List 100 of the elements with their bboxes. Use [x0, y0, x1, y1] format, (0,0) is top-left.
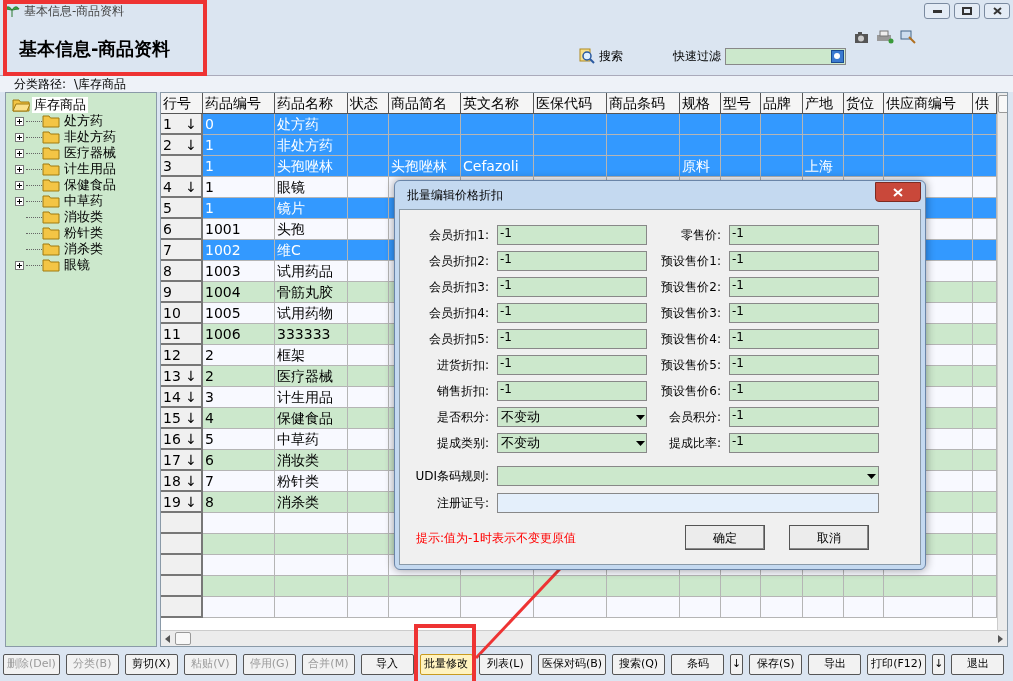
toolbar-button[interactable]: ↓ — [932, 653, 946, 675]
input-field[interactable]: -1 — [497, 251, 647, 271]
row-header[interactable]: 4 ↓ — [161, 177, 203, 198]
toolbar-button[interactable]: 退出 — [951, 653, 1005, 675]
row-number: 16 — [163, 429, 181, 449]
column-header[interactable]: 产地 — [803, 93, 844, 114]
row-number: 7 — [163, 240, 172, 260]
dropdown[interactable]: 不变动 — [497, 407, 647, 427]
row-number: 10 — [163, 303, 181, 323]
column-header[interactable]: 状态 — [348, 93, 389, 114]
row-number: 4 — [163, 177, 172, 197]
row-header[interactable]: 18 ↓ — [161, 471, 203, 492]
toolbar-button[interactable]: 列表(L) — [478, 653, 532, 675]
field-label: UDI条码规则: — [414, 468, 490, 485]
filter-label: 快速过滤 — [673, 48, 721, 65]
input-field[interactable]: -1 — [729, 251, 879, 271]
row-arrow: ↓ — [185, 177, 197, 197]
column-header[interactable]: 英文名称 — [461, 93, 534, 114]
row-header[interactable]: 12 — [161, 345, 203, 366]
toolbar-button[interactable]: 批量修改 — [419, 653, 473, 675]
input-field[interactable]: -1 — [497, 381, 647, 401]
toolbar-button[interactable]: 搜索(Q) — [612, 653, 666, 675]
column-header[interactable]: 规格 — [680, 93, 721, 114]
column-header[interactable]: 商品简名 — [389, 93, 461, 114]
row-header[interactable]: 9 — [161, 282, 203, 303]
tree-item[interactable]: 中草药 — [64, 193, 103, 209]
dialog-button[interactable]: 取消 — [789, 525, 869, 550]
path-value: \库存商品 — [74, 76, 127, 93]
tree-item[interactable]: 医疗器械 — [64, 145, 116, 161]
row-arrow: ↓ — [185, 429, 197, 449]
column-header[interactable]: 商品条码 — [607, 93, 680, 114]
row-arrow: ↓ — [185, 471, 197, 491]
search-link[interactable]: 搜索 — [599, 47, 669, 65]
row-header[interactable]: 8 — [161, 261, 203, 282]
row-number: 14 — [163, 387, 181, 407]
input-field[interactable]: -1 — [729, 329, 879, 349]
input-field[interactable]: -1 — [729, 381, 879, 401]
column-header[interactable]: 型号 — [721, 93, 761, 114]
tree-item[interactable]: 处方药 — [64, 113, 103, 129]
input-field[interactable]: -1 — [497, 355, 647, 375]
tree-item[interactable]: 消妆类 — [64, 209, 103, 225]
input-field[interactable]: -1 — [497, 277, 647, 297]
input-field[interactable]: -1 — [497, 225, 647, 245]
row-number: 11 — [163, 324, 181, 344]
input-field[interactable]: -1 — [729, 277, 879, 297]
toolbar-button[interactable]: 医保对码(B) — [537, 653, 607, 675]
row-header[interactable]: 15 ↓ — [161, 408, 203, 429]
table-row[interactable]: 2 ↓ 1 非处方药 — [161, 135, 997, 156]
column-header[interactable]: 供 — [973, 93, 997, 114]
toolbar-button[interactable]: 打印(F12) — [867, 653, 927, 675]
row-header[interactable]: 6 — [161, 219, 203, 240]
input-field[interactable]: -1 — [729, 407, 879, 427]
tree-item[interactable]: 库存商品 — [32, 97, 88, 113]
input-field[interactable]: -1 — [497, 303, 647, 323]
column-header[interactable]: 供应商编号 — [884, 93, 973, 114]
tree-item[interactable]: 保健食品 — [64, 177, 116, 193]
row-header[interactable]: 16 ↓ — [161, 429, 203, 450]
toolbar-button[interactable]: 导出 — [808, 653, 862, 675]
column-header[interactable]: 医保代码 — [534, 93, 607, 114]
row-header[interactable]: 5 — [161, 198, 203, 219]
input-field[interactable]: -1 — [729, 355, 879, 375]
column-header[interactable]: 行号 — [161, 93, 203, 114]
row-header[interactable]: 7 — [161, 240, 203, 261]
column-header[interactable]: 货位 — [844, 93, 884, 114]
field-label: 会员折扣5: — [428, 331, 490, 348]
row-header[interactable]: 19 ↓ — [161, 492, 203, 513]
input-field[interactable]: -1 — [729, 303, 879, 323]
row-header[interactable]: 10 — [161, 303, 203, 324]
dialog-button[interactable]: 确定 — [685, 525, 765, 550]
dropdown[interactable]: 不变动 — [497, 433, 647, 453]
input-field[interactable]: -1 — [729, 433, 879, 453]
toolbar-button[interactable]: ↓ — [730, 653, 744, 675]
toolbar-button[interactable]: 导入 — [360, 653, 414, 675]
toolbar-button[interactable]: 条码 — [671, 653, 725, 675]
tree-item[interactable]: 非处方药 — [64, 129, 116, 145]
row-header[interactable]: 17 ↓ — [161, 450, 203, 471]
input-field[interactable]: -1 — [497, 329, 647, 349]
tree-item[interactable]: 消杀类 — [64, 241, 103, 257]
table-row[interactable]: 3 1 头孢唑林 头孢唑林 Cefazoli 原料 上海 — [161, 156, 997, 177]
field-label: 是否积分: — [435, 409, 490, 426]
field-label: 会员积分: — [667, 409, 722, 426]
input-field[interactable]: -1 — [729, 225, 879, 245]
toolbar-button[interactable]: 保存(S) — [749, 653, 803, 675]
field-label: 会员折扣3: — [428, 279, 490, 296]
hint-text: 提示:值为-1时表示不变更原值 — [415, 529, 577, 547]
field-label: 销售折扣: — [435, 383, 490, 400]
row-header[interactable]: 1 ↓ — [161, 114, 203, 135]
row-header[interactable]: 3 — [161, 156, 203, 177]
row-header[interactable]: 13 ↓ — [161, 366, 203, 387]
table-row[interactable]: 1 ↓ 0 处方药 — [161, 114, 997, 135]
tree-item[interactable]: 眼镜 — [64, 257, 90, 273]
tree-item[interactable]: 粉针类 — [64, 225, 103, 241]
column-header[interactable]: 药品编号 — [203, 93, 275, 114]
row-header[interactable]: 14 ↓ — [161, 387, 203, 408]
row-header[interactable]: 11 — [161, 324, 203, 345]
column-header[interactable]: 品牌 — [761, 93, 803, 114]
column-header[interactable]: 药品名称 — [275, 93, 348, 114]
toolbar-button[interactable]: 剪切(X) — [124, 653, 178, 675]
row-header[interactable]: 2 ↓ — [161, 135, 203, 156]
tree-item[interactable]: 计生用品 — [64, 161, 116, 177]
